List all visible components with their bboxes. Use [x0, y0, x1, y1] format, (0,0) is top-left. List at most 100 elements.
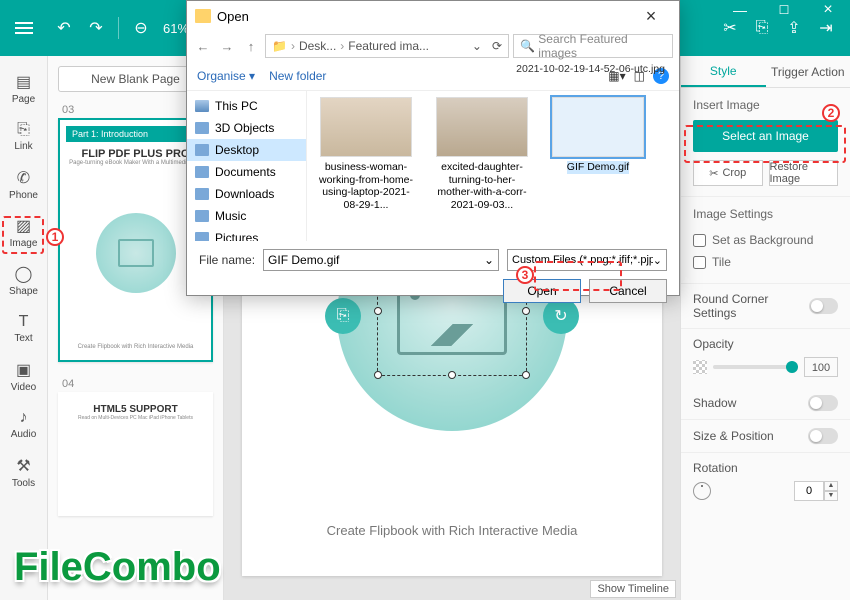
tool-link-label: Link [14, 141, 32, 152]
tree-item-downloads[interactable]: Downloads [187, 183, 306, 205]
thumb2-title: HTML5 SUPPORT [66, 404, 205, 415]
thumb-caption: Create Flipbook with Rich Interactive Me… [66, 340, 205, 354]
tool-image[interactable]: ▨Image [0, 208, 48, 256]
close-window-icon[interactable]: × [806, 0, 850, 20]
tile-checkbox[interactable] [693, 256, 706, 269]
nav-back-icon[interactable]: ← [193, 36, 213, 56]
nav-forward-icon[interactable]: → [217, 36, 237, 56]
dialog-search-input[interactable]: 🔍 Search Featured images [513, 34, 673, 58]
crop-button[interactable]: ✂ Crop [693, 160, 763, 186]
file-item[interactable]: business-woman-working-from-home-using-l… [317, 97, 415, 211]
undo-icon[interactable]: ↶ [48, 12, 80, 44]
size-pos-label: Size & Position [693, 429, 774, 443]
breadcrumb[interactable]: 📁 › Desk... › Featured ima... ⌄ ⟳ [265, 34, 509, 58]
tool-link[interactable]: ⎘Link [0, 112, 48, 160]
spinner-down[interactable]: ▼ [824, 491, 838, 501]
dialog-bottom: File name: GIF Demo.gif⌄ Custom Files (*… [187, 241, 679, 313]
opacity-value[interactable]: 100 [804, 357, 838, 377]
tree-item-desktop[interactable]: Desktop [187, 139, 306, 161]
thumb-title: FLIP PDF PLUS PRO [66, 148, 205, 160]
image-settings-section: Image Settings Set as Background Tile [681, 197, 850, 284]
tab-style[interactable]: Style [681, 56, 766, 87]
breadcrumb-item[interactable]: Featured ima... [348, 39, 429, 53]
maximize-icon[interactable]: ☐ [762, 0, 806, 20]
set-bg-label: Set as Background [712, 233, 813, 247]
right-panel-tabs: Style Trigger Action [681, 56, 850, 88]
round-corner-toggle[interactable] [809, 298, 838, 314]
breadcrumb-item[interactable]: Desk... [299, 39, 336, 53]
opacity-row: 100 [681, 351, 850, 387]
tree-item-music[interactable]: Music [187, 205, 306, 227]
page-thumb-04[interactable]: HTML5 SUPPORT Read on Multi-Devices PC M… [58, 392, 213, 516]
file-thumbnail [436, 97, 528, 157]
file-type-select[interactable]: Custom Files (*.png;*.jfif;*.pjpe⌄ [507, 249, 667, 271]
tool-text-label: Text [14, 333, 32, 344]
tool-tools-label: Tools [12, 478, 35, 489]
resize-handle[interactable] [448, 371, 456, 379]
insert-image-label: Insert Image [693, 98, 838, 112]
tool-tools[interactable]: ⚒Tools [0, 448, 48, 496]
zoom-out-icon[interactable]: ⊖ [125, 12, 157, 44]
tree-item-pictures[interactable]: Pictures [187, 227, 306, 241]
resize-handle[interactable] [522, 371, 530, 379]
round-corner-label: Round Corner Settings [693, 292, 809, 320]
dialog-close-icon[interactable]: × [631, 1, 671, 31]
opacity-slider[interactable] [713, 365, 798, 369]
restore-image-button[interactable]: Restore Image [769, 160, 839, 186]
rotation-spinner: ▲▼ [794, 481, 838, 501]
rotation-row: ▲▼ [681, 475, 850, 507]
file-list: 2021-10-02-19-14-52-06-utc.jpg business-… [307, 91, 679, 241]
file-name-label: File name: [199, 253, 255, 267]
tool-phone-label: Phone [9, 190, 38, 201]
select-image-button[interactable]: Select an Image [693, 120, 838, 152]
organise-menu[interactable]: Organise ▾ [197, 69, 255, 83]
spinner-up[interactable]: ▲ [824, 481, 838, 491]
open-button[interactable]: Open [503, 279, 581, 303]
tile-label: Tile [712, 255, 731, 269]
thumb-banner: Part 1: Introduction [66, 126, 205, 142]
tool-shape[interactable]: ◯Shape [0, 256, 48, 304]
tool-shape-label: Shape [9, 286, 38, 297]
set-background-checkbox[interactable] [693, 234, 706, 247]
size-position-row: Size & Position [681, 420, 850, 453]
right-panel: Style Trigger Action Insert Image Select… [680, 56, 850, 600]
round-corner-row: Round Corner Settings [681, 284, 850, 329]
tree-item-3d-objects[interactable]: 3D Objects [187, 117, 306, 139]
nav-up-icon[interactable]: ↑ [241, 36, 261, 56]
menu-button[interactable] [0, 0, 48, 56]
tool-video[interactable]: ▣Video [0, 352, 48, 400]
new-folder-button[interactable]: New folder [269, 69, 326, 83]
tool-audio[interactable]: ♪Audio [0, 400, 48, 448]
file-label: excited-daughter-turning-to-her-mother-w… [433, 161, 531, 211]
tab-trigger-action[interactable]: Trigger Action [766, 56, 850, 87]
redo-icon[interactable]: ↷ [80, 12, 112, 44]
file-label: business-woman-working-from-home-using-l… [317, 161, 415, 211]
rotation-dial[interactable] [693, 482, 711, 500]
file-item[interactable]: GIF Demo.gif [549, 97, 647, 174]
tree-item-documents[interactable]: Documents [187, 161, 306, 183]
tool-text[interactable]: TText [0, 304, 48, 352]
image-settings-label: Image Settings [693, 207, 838, 221]
refresh-icon[interactable]: ⟳ [492, 39, 502, 53]
shadow-label: Shadow [693, 396, 736, 410]
shadow-toggle[interactable] [808, 395, 838, 411]
rotation-input[interactable] [794, 481, 824, 501]
folder-tree: This PC 3D Objects Desktop Documents Dow… [187, 91, 307, 241]
tool-page[interactable]: ▤Page [0, 64, 48, 112]
thumb2-sub: Read on Multi-Devices PC Mac iPad iPhone… [66, 415, 205, 421]
watermark: FileCombo [14, 545, 221, 590]
divider [118, 17, 119, 39]
cancel-button[interactable]: Cancel [589, 279, 667, 303]
tree-item-this-pc[interactable]: This PC [187, 95, 306, 117]
file-item[interactable]: excited-daughter-turning-to-her-mother-w… [433, 97, 531, 211]
size-pos-toggle[interactable] [808, 428, 838, 444]
window-controls: — ☐ × [718, 0, 850, 20]
show-timeline-button[interactable]: Show Timeline [590, 580, 676, 598]
resize-handle[interactable] [374, 371, 382, 379]
file-name-input[interactable]: GIF Demo.gif⌄ [263, 249, 499, 271]
minimize-icon[interactable]: — [718, 0, 762, 20]
tool-phone[interactable]: ✆Phone [0, 160, 48, 208]
tool-image-label: Image [10, 238, 38, 249]
dialog-nav: ← → ↑ 📁 › Desk... › Featured ima... ⌄ ⟳ … [187, 31, 679, 61]
file-label: GIF Demo.gif [567, 161, 629, 174]
